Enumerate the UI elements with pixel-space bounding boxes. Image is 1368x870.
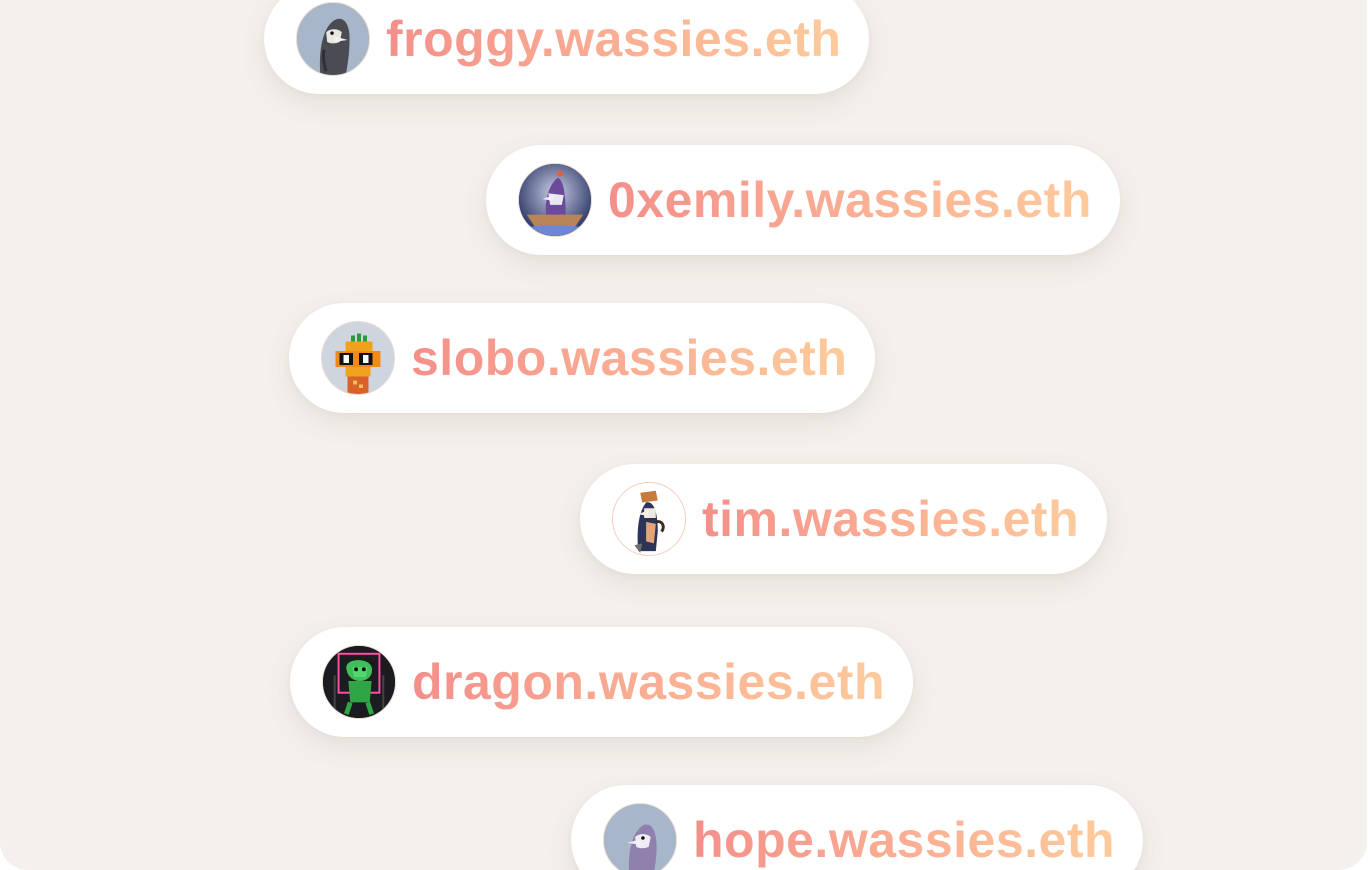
name-chip[interactable]: hope.wassies.eth (571, 785, 1144, 870)
name-chip[interactable]: tim.wassies.eth (580, 464, 1108, 574)
name-chip[interactable]: froggy.wassies.eth (264, 0, 870, 94)
name-chip[interactable]: dragon.wassies.eth (290, 627, 914, 737)
pixel-pineapple-avatar-icon (321, 321, 395, 395)
ens-name: hope.wassies.eth (693, 812, 1116, 868)
ens-name: 0xemily.wassies.eth (608, 172, 1092, 228)
ens-name: slobo.wassies.eth (411, 330, 848, 386)
name-chip[interactable]: slobo.wassies.eth (289, 303, 876, 413)
ens-name: froggy.wassies.eth (386, 11, 842, 67)
ens-name: dragon.wassies.eth (412, 654, 886, 710)
penguin-grey-avatar-icon (296, 2, 370, 76)
penguin-boat-avatar-icon (518, 163, 592, 237)
ens-name: tim.wassies.eth (702, 491, 1080, 547)
name-chip[interactable]: 0xemily.wassies.eth (486, 145, 1120, 255)
penguin-hat-avatar-icon (612, 482, 686, 556)
names-showcase-panel: froggy.wassies.eth 0xemily.wassies.eth s… (0, 0, 1367, 870)
penguin-lavender-avatar-icon (603, 803, 677, 870)
green-dragon-avatar-icon (322, 645, 396, 719)
